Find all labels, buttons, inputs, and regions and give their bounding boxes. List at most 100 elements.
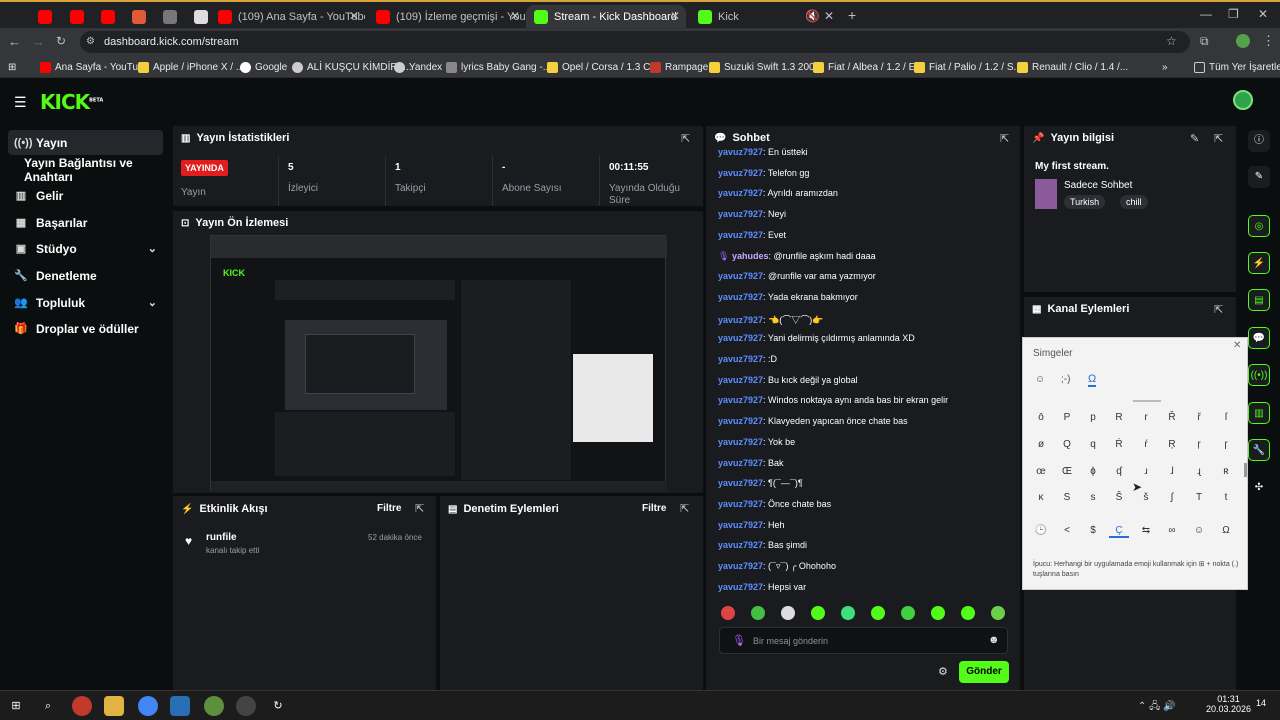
wrench-icon[interactable]: 🔧 <box>1248 439 1270 461</box>
symbol-cell[interactable]: ɹ <box>1136 466 1156 477</box>
dots-icon[interactable]: ✣ <box>1248 477 1270 499</box>
symbol-cell[interactable]: ɸ <box>1083 466 1103 477</box>
chat-username[interactable]: yavuz7927 <box>718 395 763 405</box>
symbol-cell[interactable]: ʀ <box>1216 466 1236 477</box>
close-icon[interactable]: ✕ <box>349 9 359 23</box>
symbol-cell[interactable]: ĸ <box>1031 492 1051 503</box>
category-name[interactable]: Sadece Sohbet <box>1064 180 1132 191</box>
expand-icon[interactable]: ⇱ <box>415 502 424 515</box>
symbol-cell[interactable]: Ŗ <box>1162 439 1182 450</box>
chat-username[interactable]: yahudes <box>732 251 769 261</box>
symbol-cell[interactable]: ř <box>1189 412 1209 423</box>
symbol-cell[interactable]: ⇆ <box>1136 525 1156 536</box>
chat-username[interactable]: yavuz7927 <box>718 188 763 198</box>
tab-youtube-pinned-1[interactable] <box>30 5 58 29</box>
tab-pinned-4[interactable] <box>124 5 152 29</box>
bookmark-item[interactable]: Rampage <box>650 59 708 75</box>
bookmark-item[interactable]: Fiat / Palio / 1.2 / S... <box>914 59 1022 75</box>
sidebar-item-achievements[interactable]: ▦ Başarılar <box>8 210 163 235</box>
chat-username[interactable]: yavuz7927 <box>718 354 763 364</box>
chat-username[interactable]: yavuz7927 <box>718 540 763 550</box>
chat-username[interactable]: yavuz7927 <box>718 147 763 157</box>
file-explorer-icon[interactable] <box>104 696 124 716</box>
send-button[interactable]: Gönder <box>959 661 1009 683</box>
expand-icon[interactable]: ⇱ <box>1214 132 1223 145</box>
symbol-cell[interactable]: ō <box>1031 412 1051 423</box>
sidebar-item-stream[interactable]: ((•)) Yayın <box>8 130 163 155</box>
symbol-cell[interactable]: S <box>1057 492 1077 503</box>
chat-username[interactable]: yavuz7927 <box>718 520 763 530</box>
symbol-cell[interactable]: Q <box>1057 439 1077 450</box>
tab-youtube-pinned-2[interactable] <box>62 5 90 29</box>
symbol-cell[interactable]: 🕒 <box>1031 525 1051 536</box>
symbol-cell[interactable]: Ω <box>1216 525 1236 536</box>
symbol-cell[interactable]: p <box>1083 412 1103 423</box>
chat-username[interactable]: yavuz7927 <box>718 478 763 488</box>
chat-username[interactable]: yavuz7927 <box>718 315 763 325</box>
expand-icon[interactable]: ⇱ <box>680 502 689 515</box>
symbol-cell[interactable]: P <box>1057 412 1077 423</box>
chat-username[interactable]: yavuz7927 <box>718 271 763 281</box>
emoji-tab-icon[interactable]: ☺ <box>1035 374 1045 385</box>
info-icon[interactable]: ⓘ <box>1248 130 1270 152</box>
chat-settings-icon[interactable]: ⚙ <box>938 665 948 678</box>
menu-icon[interactable]: ⋮ <box>1262 33 1275 49</box>
symbol-cell[interactable]: ʠ <box>1109 466 1129 477</box>
tab-kick[interactable]: Kick 🔇 ✕ <box>690 5 840 29</box>
windows-start-icon[interactable]: ⊞ <box>6 696 26 716</box>
bookmark-item[interactable]: Yandex <box>394 59 442 75</box>
stream-preview-video[interactable]: KICK <box>210 235 667 492</box>
bookmark-item[interactable]: Renault / Clio / 1.4 /... <box>1017 59 1128 75</box>
kick-logo[interactable]: KICKBETA <box>40 90 103 114</box>
bookmark-item[interactable]: Ana Sayfa - YouTube <box>40 59 149 75</box>
symbol-cell[interactable]: R <box>1109 412 1129 423</box>
symbols-tab-icon[interactable]: Ω <box>1088 373 1097 387</box>
tab-youtube-history[interactable]: (109) İzleme geçmişi - YouTube✕ <box>368 5 526 29</box>
emote-icon[interactable] <box>901 606 915 620</box>
symbol-cell[interactable]: q <box>1083 439 1103 450</box>
bookmark-item[interactable]: Google <box>240 59 287 75</box>
chat-username[interactable]: yavuz7927 <box>718 168 763 178</box>
bookmark-item[interactable]: Fiat / Albea / 1.2 / E... <box>813 59 924 75</box>
chat-icon[interactable]: 💬 <box>1248 327 1270 349</box>
symbol-cell[interactable]: t <box>1216 492 1236 503</box>
symbol-cell[interactable]: Ç <box>1109 525 1129 538</box>
emote-icon[interactable] <box>961 606 975 620</box>
microphone-icon[interactable]: 🎙 <box>732 634 746 647</box>
sidebar-item-community[interactable]: 👥 Topluluk ⌄ <box>8 290 163 315</box>
close-icon[interactable]: ✕ <box>824 9 834 23</box>
edit-icon[interactable]: ✎ <box>1248 166 1270 188</box>
symbol-cell[interactable]: œ <box>1031 466 1051 477</box>
emote-icon[interactable] <box>811 606 825 620</box>
document-icon[interactable]: ▤ <box>1248 289 1270 311</box>
emote-icon[interactable] <box>991 606 1005 620</box>
chrome-icon[interactable] <box>138 696 158 716</box>
chat-username[interactable]: yavuz7927 <box>718 333 763 343</box>
tab-pinned-5[interactable] <box>155 5 183 29</box>
profile-avatar[interactable] <box>1236 34 1250 48</box>
sidebar-item-revenue[interactable]: ▥ Gelir <box>8 183 163 208</box>
chat-username[interactable]: yavuz7927 <box>718 437 763 447</box>
kaomoji-tab-icon[interactable]: ;-) <box>1061 374 1070 385</box>
symbol-cell[interactable]: Ŕ <box>1109 439 1129 450</box>
symbol-cell[interactable]: ∞ <box>1162 525 1182 536</box>
symbol-cell[interactable]: $ <box>1083 525 1103 536</box>
all-bookmarks[interactable]: Tüm Yer İşaretleri <box>1194 59 1280 75</box>
emote-icon[interactable] <box>931 606 945 620</box>
edit-icon[interactable]: ✎ <box>1190 132 1199 145</box>
close-icon[interactable]: ✕ <box>670 9 680 23</box>
apps-icon[interactable]: ⊞ <box>8 59 16 75</box>
emote-icon[interactable] <box>871 606 885 620</box>
chat-username[interactable]: yavuz7927 <box>718 582 763 592</box>
more-bookmarks-icon[interactable]: » <box>1162 59 1168 75</box>
target-icon[interactable]: ◎ <box>1248 215 1270 237</box>
bookmark-item[interactable]: Apple / iPhone X / ... <box>138 59 244 75</box>
symbol-cell[interactable]: ɻ <box>1189 466 1209 477</box>
site-info-icon[interactable]: ⚙ <box>86 36 95 47</box>
expand-icon[interactable]: ⇱ <box>1000 132 1009 145</box>
emoji-picker-icon[interactable]: ☻ <box>988 634 1000 646</box>
symbol-cell[interactable]: ø <box>1031 439 1051 450</box>
broadcast-icon[interactable]: ((•)) <box>1248 364 1270 386</box>
user-avatar[interactable] <box>1233 90 1253 110</box>
emote-icon[interactable] <box>751 606 765 620</box>
